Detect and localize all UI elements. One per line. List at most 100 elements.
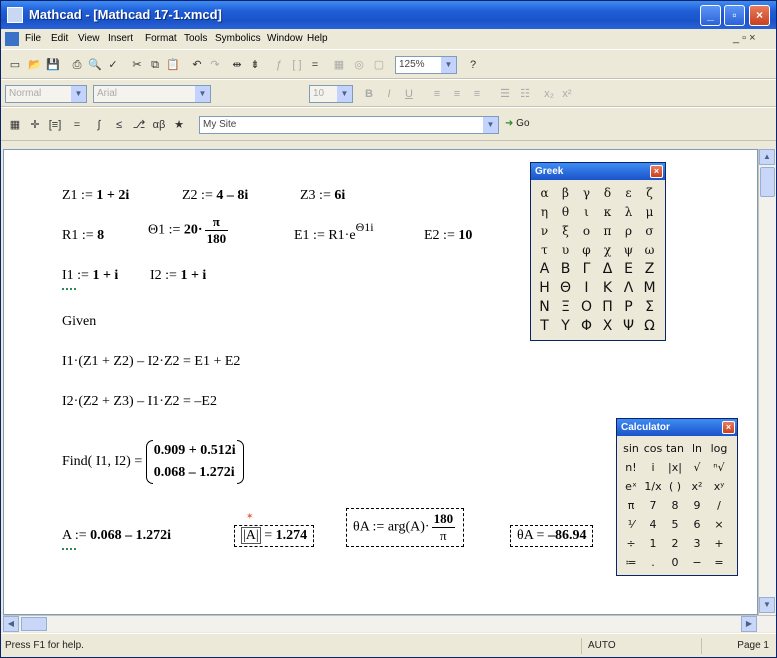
calculator-key[interactable]: ( ) (664, 477, 686, 496)
calculator-key[interactable]: ln (686, 439, 708, 458)
menu-help[interactable]: Help (307, 33, 328, 44)
calculator-key[interactable]: log (708, 439, 730, 458)
close-icon[interactable]: × (722, 421, 735, 434)
greek-key-lower[interactable]: β (555, 184, 576, 203)
greek-key-upper[interactable]: Θ (555, 279, 576, 298)
calculator-key[interactable]: ⁿ√ (708, 458, 730, 477)
theta1-definition[interactable]: Θ1 := 20· π 180 (148, 214, 230, 247)
equation-1[interactable]: I1·(Z1 + Z2) – I2·Z2 = E1 + E2 (62, 354, 240, 370)
greek-key-upper[interactable]: Ν (534, 298, 555, 317)
calculator-key[interactable]: 0 (664, 553, 686, 572)
calculator-key[interactable]: 9 (686, 496, 708, 515)
align-right-icon[interactable]: ≡ (469, 86, 485, 102)
calculator-key[interactable]: 8 (664, 496, 686, 515)
menu-edit[interactable]: Edit (51, 33, 68, 44)
bullets-icon[interactable]: ☰ (497, 86, 513, 102)
font-select[interactable]: Arial ▼ (93, 85, 211, 103)
greek-key-lower[interactable]: θ (555, 203, 576, 222)
calculator-key[interactable]: 6 (686, 515, 708, 534)
component-icon[interactable]: ▦ (331, 57, 347, 73)
greek-key-upper[interactable]: Φ (576, 317, 597, 336)
scroll-right-icon[interactable]: ▶ (741, 616, 757, 632)
underline-icon[interactable]: U (401, 86, 417, 102)
site-select[interactable]: My Site ▼ (199, 116, 499, 134)
greek-toolbar-icon[interactable]: αβ (151, 117, 167, 133)
calculator-key[interactable]: / (708, 496, 730, 515)
menu-view[interactable]: View (78, 33, 100, 44)
copy-icon[interactable]: ⧉ (147, 57, 163, 73)
calculator-key[interactable]: 1 (642, 534, 664, 553)
print-icon[interactable]: ⎙ (69, 57, 85, 73)
calculator-key[interactable]: |x| (664, 458, 686, 477)
i2-definition[interactable]: I2 := 1 + i (150, 268, 206, 284)
zoom-select[interactable]: 125% ▼ (395, 56, 457, 74)
style-select[interactable]: Normal ▼ (5, 85, 87, 103)
greek-key-upper[interactable]: Η (534, 279, 555, 298)
calculator-key[interactable]: 2 (664, 534, 686, 553)
insert-function-icon[interactable]: ƒ (271, 57, 287, 73)
greek-key-upper[interactable]: Τ (534, 317, 555, 336)
programming-toolbar-icon[interactable]: ⎇ (131, 117, 147, 133)
calculator-key[interactable]: x² (686, 477, 708, 496)
greek-key-lower[interactable]: ο (576, 222, 597, 241)
vertical-scrollbar[interactable]: ▲ ▼ (758, 149, 776, 615)
greek-key-lower[interactable]: χ (597, 241, 618, 260)
matrix-toolbar-icon[interactable]: [≡] (47, 117, 63, 133)
minimize-button[interactable]: _ (700, 5, 721, 26)
scroll-down-icon[interactable]: ▼ (759, 597, 775, 613)
calculator-key[interactable]: 5 (664, 515, 686, 534)
menu-format[interactable]: Format (145, 33, 177, 44)
symbolic-toolbar-icon[interactable]: ★ (171, 117, 187, 133)
subscript-icon[interactable]: x₂ (541, 86, 557, 102)
greek-key-lower[interactable]: ρ (618, 222, 639, 241)
calculate-icon[interactable]: = (307, 57, 323, 73)
greek-key-upper[interactable]: Ξ (555, 298, 576, 317)
maximize-button[interactable]: ▫ (724, 5, 745, 26)
calculator-key[interactable]: π (620, 496, 642, 515)
greek-key-lower[interactable]: π (597, 222, 618, 241)
scroll-up-icon[interactable]: ▲ (759, 149, 775, 165)
abs-a-result[interactable]: |A| = 1.274 (234, 525, 315, 547)
greek-key-upper[interactable]: Χ (597, 317, 618, 336)
calculator-key[interactable]: ≔ (620, 553, 642, 572)
spell-check-icon[interactable]: ✓ (105, 57, 121, 73)
z2-definition[interactable]: Z2 := 4 – 8i (182, 188, 248, 204)
greek-key-upper[interactable]: Β (555, 260, 576, 279)
theta-a-definition[interactable]: θA := arg(A)· 180 π (346, 508, 465, 547)
i1-definition[interactable]: I1 := 1 + i (62, 268, 118, 284)
font-size-select[interactable]: 10 ▼ (309, 85, 353, 103)
undo-icon[interactable]: ↶ (189, 57, 205, 73)
redo-icon[interactable]: ↷ (207, 57, 223, 73)
hyperlink-icon[interactable]: ▢ (371, 57, 387, 73)
greek-key-lower[interactable]: ξ (555, 222, 576, 241)
greek-key-upper[interactable]: Ο (576, 298, 597, 317)
calculator-key[interactable]: i (642, 458, 664, 477)
calculator-key[interactable]: ⅟ (620, 515, 642, 534)
italic-icon[interactable]: I (381, 86, 397, 102)
greek-key-upper[interactable]: Ι (576, 279, 597, 298)
greek-key-upper[interactable]: Σ (639, 298, 660, 317)
greek-key-upper[interactable]: Ψ (618, 317, 639, 336)
save-icon[interactable]: 💾 (45, 57, 61, 73)
calculator-palette-titlebar[interactable]: Calculator × (617, 419, 737, 436)
cut-icon[interactable]: ✂ (129, 57, 145, 73)
greek-key-lower[interactable]: ε (618, 184, 639, 203)
greek-key-lower[interactable]: τ (534, 241, 555, 260)
calculator-key[interactable]: n! (620, 458, 642, 477)
calculator-key[interactable]: √ (686, 458, 708, 477)
equation-2[interactable]: I2·(Z2 + Z3) – I1·Z2 = –E2 (62, 394, 217, 410)
align-left-icon[interactable]: ≡ (429, 86, 445, 102)
menu-insert[interactable]: Insert (108, 33, 133, 44)
given-keyword[interactable]: Given (62, 314, 96, 330)
align-center-icon[interactable]: ≡ (449, 86, 465, 102)
menu-window[interactable]: Window (267, 33, 303, 44)
menu-symbolics[interactable]: Symbolics (215, 33, 261, 44)
calculator-key[interactable]: × (708, 515, 730, 534)
greek-key-lower[interactable]: ω (639, 241, 660, 260)
greek-key-lower[interactable]: υ (555, 241, 576, 260)
greek-key-upper[interactable]: Υ (555, 317, 576, 336)
insert-unit-icon[interactable]: [ ] (289, 57, 305, 73)
greek-palette-titlebar[interactable]: Greek × (531, 163, 665, 180)
greek-key-lower[interactable]: α (534, 184, 555, 203)
calculator-key[interactable]: 1/x (642, 477, 664, 496)
